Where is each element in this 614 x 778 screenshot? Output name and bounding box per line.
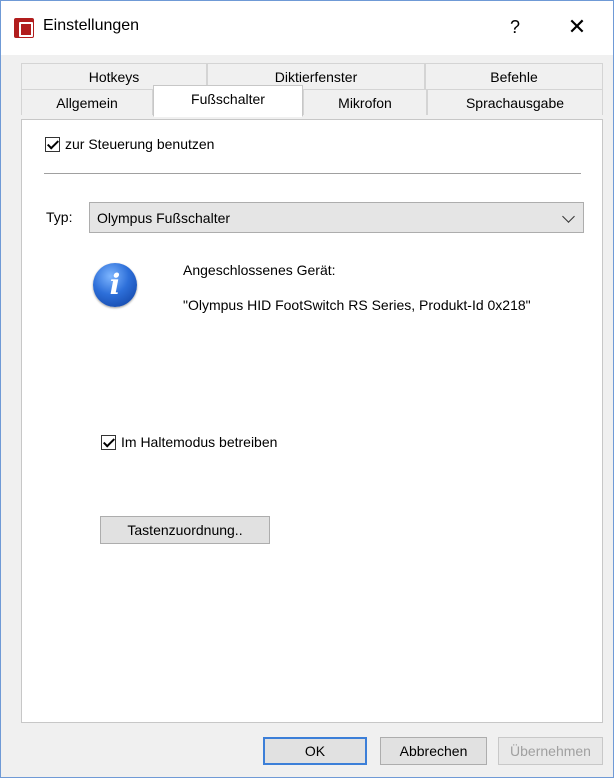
window-title: Einstellungen	[43, 17, 140, 34]
title-bar: Einstellungen ? ✕	[1, 1, 613, 55]
help-button[interactable]: ?	[501, 13, 529, 41]
app-icon	[14, 18, 34, 38]
tab-sprachausgabe[interactable]: Sprachausgabe	[427, 89, 603, 115]
close-button[interactable]: ✕	[563, 13, 591, 41]
separator	[44, 173, 581, 174]
device-heading: Angeschlossenes Gerät:	[183, 262, 336, 278]
tab-mikrofon[interactable]: Mikrofon	[303, 89, 427, 115]
use-for-control-checkbox[interactable]	[45, 137, 60, 152]
hold-mode-label: Im Haltemodus betreiben	[121, 434, 278, 450]
settings-dialog: Einstellungen ? ✕ Hotkeys Diktierfenster…	[0, 0, 614, 778]
type-label: Typ:	[46, 209, 73, 225]
apply-button[interactable]: Übernehmen	[498, 737, 603, 765]
key-mapping-button[interactable]: Tastenzuordnung..	[100, 516, 270, 544]
hold-mode-checkbox[interactable]	[101, 435, 116, 450]
use-for-control-label: zur Steuerung benutzen	[65, 136, 215, 152]
tab-fussschalter[interactable]: Fußschalter	[153, 85, 303, 117]
tab-befehle[interactable]: Befehle	[425, 63, 603, 89]
tab-allgemein[interactable]: Allgemein	[21, 89, 153, 115]
chevron-down-icon	[562, 210, 575, 223]
device-name: "Olympus HID FootSwitch RS Series, Produ…	[183, 297, 531, 313]
type-select-value: Olympus Fußschalter	[97, 210, 231, 226]
type-select[interactable]: Olympus Fußschalter	[89, 202, 584, 233]
info-icon: i	[93, 263, 137, 307]
cancel-button[interactable]: Abbrechen	[380, 737, 487, 765]
ok-button[interactable]: OK	[263, 737, 367, 765]
